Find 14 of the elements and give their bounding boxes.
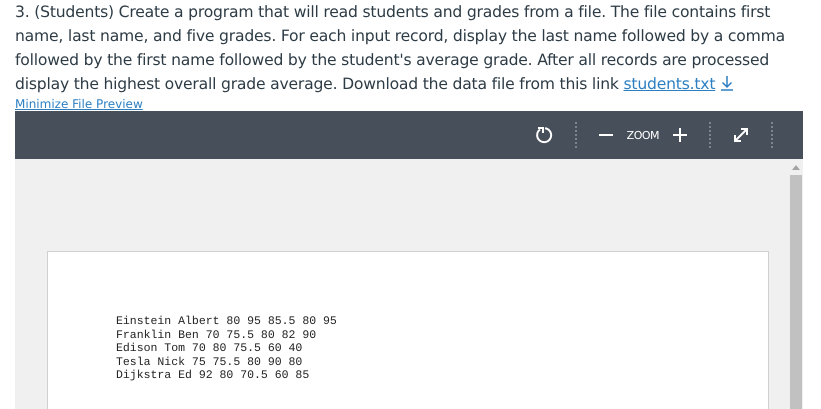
- scrollbar-thumb[interactable]: [790, 175, 802, 409]
- document-line: Einstein Albert 80 95 85.5 80 95: [116, 315, 337, 328]
- document-line: Dijkstra Ed 92 80 70.5 60 85: [116, 369, 310, 382]
- fullscreen-icon[interactable]: [733, 127, 749, 143]
- zoom-label: ZOOM: [626, 128, 659, 142]
- question-text: 3. (Students) Create a program that will read students and grades from a file. The file contains first name, last name, and five grades. For each input record, display the last name followed by a comma followed by the first name followed by the student's average grade. After all records are processed display the highest overall grade average. Download the data file from this link students.txt: [15, 2, 786, 95]
- rotate-icon[interactable]: [534, 126, 553, 144]
- document-line: Franklin Ben 70 75.5 80 82 90: [116, 328, 316, 342]
- download-link[interactable]: students.txt: [623, 75, 716, 93]
- document-line: Tesla Nick 75 75.5 80 90 80: [116, 356, 302, 369]
- document-line: Edison Tom 70 80 75.5 60 40: [116, 342, 302, 356]
- download-icon[interactable]: [720, 75, 734, 91]
- zoom-in-icon[interactable]: [673, 128, 687, 142]
- minimize-preview-link[interactable]: Minimize File Preview: [15, 97, 143, 113]
